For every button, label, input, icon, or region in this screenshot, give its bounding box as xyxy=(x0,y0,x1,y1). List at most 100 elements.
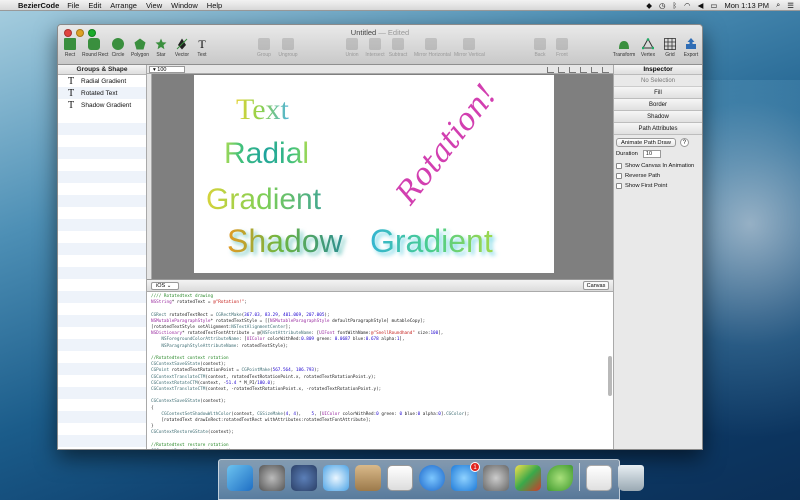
vertex-button[interactable]: Vertex xyxy=(636,38,660,58)
help-button[interactable]: ? xyxy=(679,138,689,147)
status-wifi-icon[interactable]: ◠ xyxy=(684,1,691,10)
groups-shape-header: Groups & Shape xyxy=(58,65,146,75)
text-shape[interactable]: Text xyxy=(236,93,289,127)
trash-icon[interactable] xyxy=(618,465,644,491)
menu-app-name[interactable]: BezierCode xyxy=(18,1,59,10)
toolbar: Rect Round Rect Circle Polygon Star Vect… xyxy=(58,38,702,64)
menu-view[interactable]: View xyxy=(146,1,162,10)
ungroup-button[interactable]: Ungroup xyxy=(276,38,300,58)
union-button[interactable]: Union xyxy=(340,38,364,58)
menu-window[interactable]: Window xyxy=(171,1,198,10)
dock: 1 xyxy=(218,459,644,500)
canvas-page[interactable]: Text Radial Gradient Shadow Gradient Rot… xyxy=(194,75,554,273)
menu-arrange[interactable]: Arrange xyxy=(110,1,137,10)
guide-icon[interactable] xyxy=(580,67,587,73)
status-dropbox-icon[interactable]: ◆ xyxy=(646,1,652,10)
mission-control-icon[interactable] xyxy=(291,465,317,491)
show-canvas-in-animation-checkbox[interactable]: Show Canvas In Animation xyxy=(616,161,700,171)
intersect-button[interactable]: Intersect xyxy=(363,38,387,58)
text-tool-button[interactable]: T Text xyxy=(190,38,214,58)
groups-shape-panel: Groups & Shape T Radial Gradient T Rotated… xyxy=(58,65,147,449)
canvas-button[interactable]: Canvas xyxy=(583,281,609,290)
send-back-icon xyxy=(534,38,546,50)
export-button[interactable]: Export xyxy=(679,38,702,58)
platform-select[interactable]: iOS ⌄ xyxy=(151,282,179,290)
code-scrollbar[interactable] xyxy=(608,294,612,447)
border-section[interactable]: Border xyxy=(614,99,702,111)
document-stack-icon[interactable] xyxy=(586,465,612,491)
pen-icon xyxy=(176,38,188,50)
zoom-field[interactable]: ▾ 100 xyxy=(149,66,185,73)
rotated-text[interactable]: Rotation! xyxy=(389,78,504,211)
leaf-app-icon[interactable] xyxy=(547,465,573,491)
scrollbar-thumb[interactable] xyxy=(608,356,612,396)
menu-edit[interactable]: Edit xyxy=(88,1,101,10)
spotlight-search-icon[interactable]: ⌕ xyxy=(776,0,780,10)
itunes-icon[interactable] xyxy=(419,465,445,491)
circle-tool-button[interactable]: Circle xyxy=(106,38,130,58)
system-preferences-icon[interactable] xyxy=(483,465,509,491)
fill-section[interactable]: Fill xyxy=(614,87,702,99)
app-window: Untitled — Edited Rect Round Rect Circle… xyxy=(57,24,703,450)
contacts-icon[interactable] xyxy=(355,465,381,491)
title-bar: Untitled — Edited Rect Round Rect Circle… xyxy=(58,25,702,65)
gradient-text[interactable]: Gradient xyxy=(206,183,321,217)
transform-button[interactable]: Transform xyxy=(612,38,636,58)
guide-icon[interactable] xyxy=(602,67,609,73)
menu-help[interactable]: Help xyxy=(207,1,222,10)
radial-gradient-text[interactable]: Radial xyxy=(224,137,309,171)
list-item[interactable]: T Shadow Gradient xyxy=(58,99,146,111)
group-button[interactable]: Group xyxy=(252,38,276,58)
beziercode-icon[interactable] xyxy=(515,465,541,491)
mirror-vertical-button[interactable]: Mirror Vertical xyxy=(454,38,485,58)
round-rect-tool-button[interactable]: Round Rect xyxy=(82,38,108,58)
list-item[interactable]: T Radial Gradient xyxy=(58,75,146,87)
subtract-button[interactable]: Subtract xyxy=(386,38,410,58)
list-item[interactable]: T Rotated Text xyxy=(58,87,146,99)
shadow-text[interactable]: Shadow xyxy=(227,223,343,260)
circle-icon xyxy=(112,38,124,50)
app-store-badge: 1 xyxy=(470,462,480,472)
canvas-ruler-bar: ▾ 100 xyxy=(147,65,613,74)
send-back-button[interactable]: Back xyxy=(528,38,552,58)
grid-icon xyxy=(664,38,676,50)
animate-path-draw-button[interactable]: Animate Path Draw xyxy=(616,138,676,147)
vertical-ruler xyxy=(147,74,152,279)
status-timemachine-icon[interactable]: ◷ xyxy=(659,1,666,10)
reverse-path-checkbox[interactable]: Reverse Path xyxy=(616,171,700,181)
guide-icon[interactable] xyxy=(569,67,576,73)
menu-clock[interactable]: Mon 1:13 PM xyxy=(724,1,769,10)
intersect-icon xyxy=(369,38,381,50)
status-battery-icon[interactable]: ▭ xyxy=(710,1,717,10)
shadow-gradient-text[interactable]: Gradient xyxy=(370,223,493,260)
guide-icon[interactable] xyxy=(591,67,598,73)
menu-bar: BezierCode File Edit Arrange View Window… xyxy=(0,0,800,11)
show-first-point-checkbox[interactable]: Show First Point xyxy=(616,181,700,191)
menu-file[interactable]: File xyxy=(67,1,79,10)
generated-code[interactable]: //// Rotatedtext drawing NSString* rotat… xyxy=(147,292,613,449)
guide-icon[interactable] xyxy=(558,67,565,73)
drawing-canvas-area[interactable]: ▾ 100 Text Radial Gradient Shadow Gradie… xyxy=(147,65,613,279)
bring-front-button[interactable]: Front xyxy=(550,38,574,58)
group-icon xyxy=(258,38,270,50)
star-icon xyxy=(155,38,167,50)
mirror-horizontal-button[interactable]: Mirror Horizontal xyxy=(414,38,451,58)
textedit-icon[interactable] xyxy=(387,465,413,491)
ungroup-icon xyxy=(282,38,294,50)
shadow-section[interactable]: Shadow xyxy=(614,111,702,123)
subtract-icon xyxy=(392,38,404,50)
finder-icon[interactable] xyxy=(227,465,253,491)
safari-icon[interactable] xyxy=(323,465,349,491)
launchpad-icon[interactable] xyxy=(259,465,285,491)
path-attributes-section[interactable]: Path Attributes xyxy=(614,123,702,135)
code-panel: iOS ⌄ Canvas //// Rotatedtext drawing NS… xyxy=(147,279,613,449)
notification-center-icon[interactable]: ☰ xyxy=(787,1,794,10)
rect-tool-button[interactable]: Rect xyxy=(58,38,82,58)
code-toolbar: iOS ⌄ Canvas xyxy=(147,280,613,292)
status-bluetooth-icon[interactable]: ᛒ xyxy=(673,1,678,10)
app-store-icon[interactable]: 1 xyxy=(451,462,480,491)
status-volume-icon[interactable]: ◀ xyxy=(698,1,704,10)
no-selection-label: No Selection xyxy=(614,75,702,87)
guide-icon[interactable] xyxy=(547,67,554,73)
duration-field[interactable]: 10 xyxy=(642,150,661,158)
